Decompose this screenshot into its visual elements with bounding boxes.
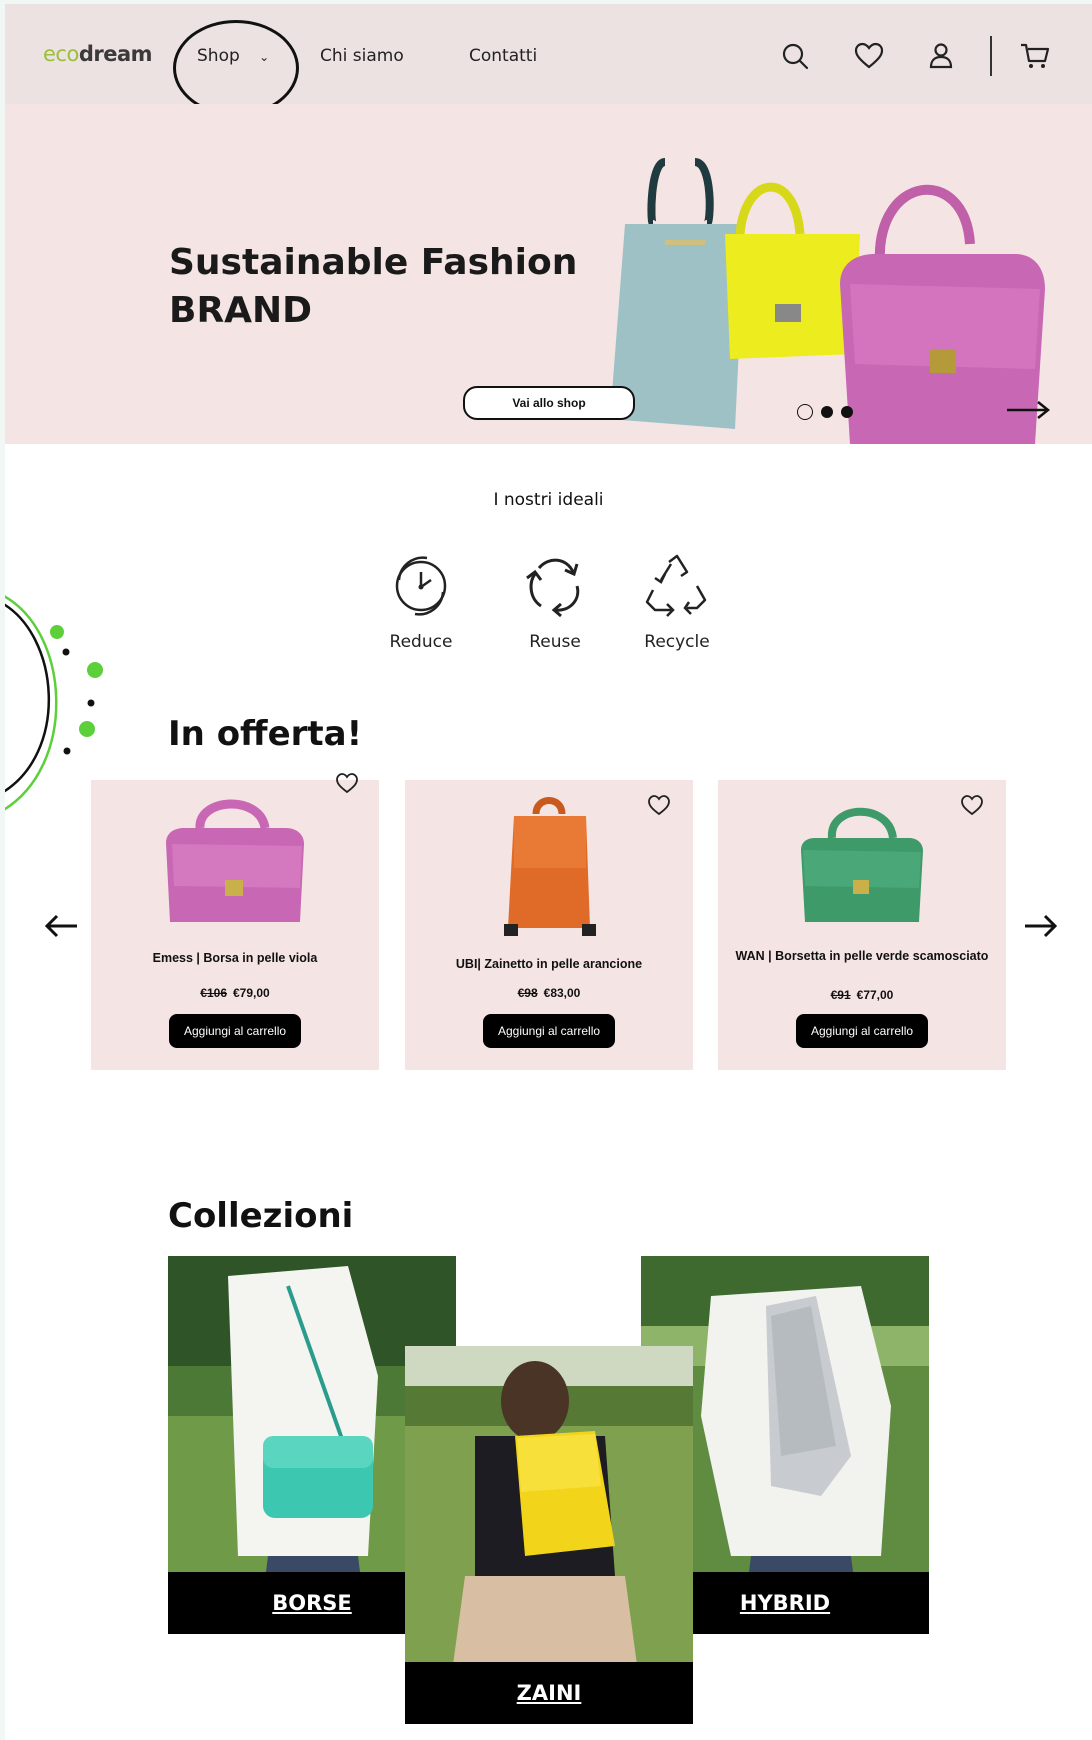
- site-header: ecodream Shop ⌄ Chi siamo Contatti: [5, 4, 1092, 104]
- product-image: [801, 807, 923, 922]
- wishlist-heart-icon[interactable]: [647, 794, 671, 816]
- hero-banner: Sustainable Fashion BRAND Vai allo shop: [5, 104, 1092, 444]
- hero-title-line1: Sustainable Fashion: [169, 242, 578, 283]
- search-icon[interactable]: [779, 40, 811, 72]
- product-old-price: €91: [830, 988, 851, 1002]
- add-to-cart-button[interactable]: Aggiungi al carrello: [169, 1014, 301, 1048]
- add-to-cart-button[interactable]: Aggiungi al carrello: [483, 1014, 615, 1048]
- product-card[interactable]: UBI| Zainetto in pelle arancione €98 €83,…: [405, 780, 693, 1070]
- ideals-title: I nostri ideali: [493, 490, 604, 510]
- product-price: €91 €77,00: [718, 988, 1006, 1002]
- page: ecodream Shop ⌄ Chi siamo Contatti Susta…: [5, 4, 1092, 1740]
- nav-contatti[interactable]: Contatti: [469, 46, 537, 66]
- ideal-reduce-label: Reduce: [389, 632, 453, 652]
- offers-title: In offerta!: [168, 714, 363, 754]
- add-to-cart-button[interactable]: Aggiungi al carrello: [796, 1014, 928, 1048]
- ideal-recycle: Recycle: [617, 550, 737, 652]
- user-icon[interactable]: [925, 40, 957, 72]
- product-image: [504, 797, 596, 936]
- product-card[interactable]: WAN | Borsetta in pelle verde scamosciat…: [718, 780, 1006, 1070]
- wishlist-heart-icon[interactable]: [960, 794, 984, 816]
- product-old-price: €106: [200, 986, 227, 1000]
- product-image: [166, 799, 304, 922]
- product-name[interactable]: Emess | Borsa in pelle viola: [101, 950, 369, 966]
- annotation-circle: [173, 20, 299, 116]
- carousel-dot-3[interactable]: [841, 406, 853, 418]
- wishlist-heart-icon[interactable]: [335, 772, 359, 794]
- collections-title: Collezioni: [168, 1196, 354, 1236]
- product-new-price: €83,00: [543, 986, 581, 1000]
- product-price: €106 €79,00: [91, 986, 379, 1000]
- arrow-right-icon[interactable]: [1005, 398, 1051, 422]
- product-new-price: €77,00: [856, 988, 894, 1002]
- collection-zaini-label[interactable]: ZAINI: [405, 1662, 693, 1724]
- carousel-dots: [797, 404, 853, 420]
- hero-title-line2: BRAND: [169, 290, 313, 331]
- clock-cycle-icon: [395, 556, 447, 616]
- ideal-reuse: Reuse: [495, 550, 615, 652]
- reuse-arrows-icon: [526, 558, 580, 618]
- product-name[interactable]: UBI| Zainetto in pelle arancione: [415, 956, 683, 972]
- arrow-right-icon[interactable]: [1023, 912, 1059, 940]
- carousel-dot-2[interactable]: [821, 406, 833, 418]
- ideal-recycle-label: Recycle: [644, 632, 710, 652]
- product-price: €98 €83,00: [405, 986, 693, 1000]
- logo-dream: dream: [78, 42, 153, 66]
- carousel-dot-1[interactable]: [797, 404, 813, 420]
- hero-title: Sustainable Fashion BRAND: [169, 239, 577, 335]
- product-name[interactable]: WAN | Borsetta in pelle verde scamosciat…: [728, 948, 996, 964]
- logo-eco: eco: [43, 42, 79, 66]
- cart-icon[interactable]: [1019, 40, 1051, 72]
- collection-zaini[interactable]: ZAINI: [405, 1346, 693, 1724]
- ideal-reuse-label: Reuse: [529, 632, 581, 652]
- product-card[interactable]: Emess | Borsa in pelle viola €106 €79,00 …: [91, 773, 379, 1070]
- ideal-reduce: Reduce: [361, 550, 481, 652]
- product-new-price: €79,00: [233, 986, 270, 1000]
- header-divider: [990, 36, 992, 76]
- arrow-left-icon[interactable]: [43, 912, 79, 940]
- heart-icon[interactable]: [853, 40, 885, 72]
- logo[interactable]: ecodream: [43, 42, 153, 66]
- shop-now-button[interactable]: Vai allo shop: [463, 386, 635, 420]
- recycle-icon: [645, 554, 707, 617]
- nav-chi-siamo[interactable]: Chi siamo: [320, 46, 404, 66]
- product-old-price: €98: [517, 986, 538, 1000]
